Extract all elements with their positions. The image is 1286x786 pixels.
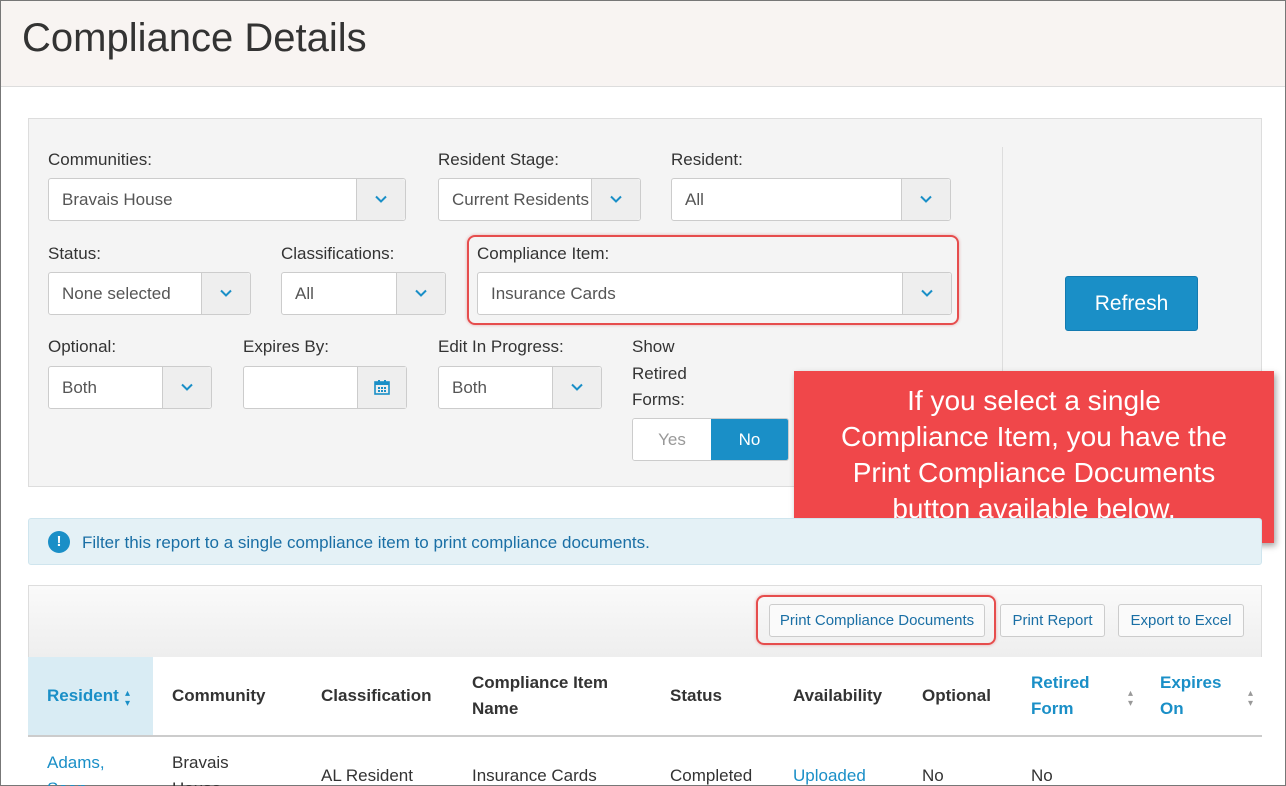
retired-cell: No (1031, 766, 1053, 785)
calendar-button[interactable] (357, 367, 406, 408)
sort-asc-icon[interactable]: ▴ ▾ (125, 689, 130, 709)
compliance-item-highlight (467, 235, 959, 325)
community-line-1: Bravais (172, 753, 229, 772)
status-value: None selected (62, 284, 171, 303)
resident-value: All (685, 190, 704, 209)
chevron-down-icon (180, 380, 194, 394)
sort-icon[interactable]: ▴ ▾ (1248, 689, 1253, 709)
th-status: Status (670, 686, 722, 705)
edit-in-progress-label: Edit In Progress: (438, 337, 564, 356)
resident-dropdown-button[interactable] (901, 179, 950, 220)
info-alert: ! Filter this report to a single complia… (28, 518, 1262, 565)
th-availability: Availability (793, 686, 883, 705)
expires-by-input[interactable] (243, 366, 407, 409)
status-label: Status: (48, 244, 101, 263)
status-dropdown-button[interactable] (201, 273, 250, 314)
page-header: Compliance Details (1, 1, 1285, 87)
resident-label: Resident: (671, 150, 743, 169)
resident-select[interactable]: All (671, 178, 951, 221)
classifications-value: All (295, 284, 314, 303)
th-retired-2[interactable]: Form (1031, 696, 1074, 722)
table-row: Adams, Sean Bravais House AL Resident In… (28, 739, 1262, 786)
community-line-2: House (172, 776, 221, 786)
optional-dropdown-button[interactable] (162, 367, 211, 408)
info-text: Filter this report to a single complianc… (82, 533, 650, 552)
communities-select[interactable]: Bravais House (48, 178, 406, 221)
optional-label: Optional: (48, 337, 117, 356)
exclamation-icon: ! (48, 531, 70, 553)
refresh-button[interactable]: Refresh (1065, 276, 1198, 331)
print-docs-highlight (756, 595, 996, 645)
th-community: Community (172, 686, 266, 705)
chevron-down-icon (609, 192, 623, 206)
sort-icon[interactable]: ▴ ▾ (1128, 689, 1133, 709)
chevron-down-icon (570, 380, 584, 394)
print-report-button[interactable]: Print Report (1000, 604, 1105, 637)
resident-stage-label: Resident Stage: (438, 150, 559, 169)
th-retired-1[interactable]: Retired (1031, 670, 1090, 696)
resident-stage-value: Current Residents (452, 190, 590, 209)
communities-dropdown-button[interactable] (356, 179, 405, 220)
optional-cell: No (922, 766, 944, 785)
callout-line-3: Print Compliance Documents (852, 457, 1216, 488)
edit-in-progress-dropdown-button[interactable] (552, 367, 601, 408)
show-retired-label-2: Retired (632, 364, 687, 383)
callout-line-1: If you select a single (907, 385, 1161, 416)
edit-in-progress-value: Both (452, 378, 487, 397)
show-retired-label-3: Forms: (632, 390, 685, 409)
item-cell: Insurance Cards (472, 766, 597, 785)
classifications-dropdown-button[interactable] (396, 273, 445, 314)
show-retired-yes[interactable]: Yes (633, 419, 711, 460)
optional-value: Both (62, 378, 97, 397)
show-retired-label-1: Show (632, 337, 675, 356)
status-select[interactable]: None selected (48, 272, 251, 315)
th-expires-1[interactable]: Expires (1160, 670, 1221, 696)
classifications-select[interactable]: All (281, 272, 446, 315)
communities-label: Communities: (48, 150, 152, 169)
edit-in-progress-select[interactable]: Both (438, 366, 602, 409)
th-optional: Optional (922, 686, 991, 705)
chevron-down-icon (374, 192, 388, 206)
expires-by-label: Expires By: (243, 337, 329, 356)
page-title: Compliance Details (22, 16, 367, 60)
chevron-down-icon (414, 286, 428, 300)
export-to-excel-button[interactable]: Export to Excel (1118, 604, 1244, 637)
classifications-label: Classifications: (281, 244, 395, 263)
th-expires-2[interactable]: On (1160, 696, 1184, 722)
report-toolbar: Print Compliance Documents Print Report … (28, 585, 1262, 657)
resident-stage-dropdown-button[interactable] (591, 179, 640, 220)
optional-select[interactable]: Both (48, 366, 212, 409)
status-cell: Completed (670, 766, 753, 785)
show-retired-toggle[interactable]: Yes No (632, 418, 789, 461)
chevron-down-icon (219, 286, 233, 300)
th-item-name-1: Compliance Item (472, 673, 609, 692)
callout-line-2: Compliance Item, you have the (841, 421, 1227, 452)
th-resident[interactable]: Resident (47, 683, 119, 709)
availability-link[interactable]: Uploaded (793, 763, 866, 786)
th-item-name-2: Name (472, 699, 519, 718)
th-classification: Classification (321, 686, 432, 705)
resident-name-line-1[interactable]: Adams, (47, 750, 105, 776)
chevron-down-icon (919, 192, 933, 206)
resident-name-line-2[interactable]: Sean (47, 776, 87, 786)
communities-value: Bravais House (62, 190, 173, 209)
calendar-icon (374, 380, 390, 395)
resident-stage-select[interactable]: Current Residents (438, 178, 641, 221)
show-retired-no[interactable]: No (711, 419, 788, 460)
table-header: Resident ▴ ▾ Community Classification Com… (28, 657, 1262, 737)
classification-cell: AL Resident (321, 766, 413, 785)
